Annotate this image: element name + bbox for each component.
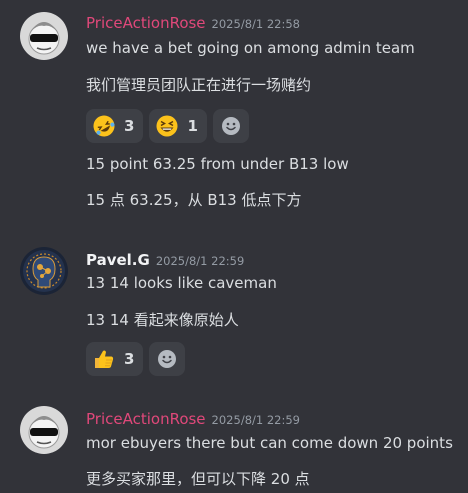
timestamp[interactable]: 2025/8/1 22:58: [212, 17, 300, 31]
message-text: 我们管理员团队正在进行一场赌约: [86, 76, 312, 94]
message-text: mor ebuyers there but can come down 20 p…: [86, 434, 453, 452]
message-text: we have a bet going on among admin team: [86, 39, 415, 57]
message-header: PriceActionRose 2025/8/1 22:59: [86, 409, 300, 428]
reaction-thumbs-up[interactable]: 3: [86, 342, 144, 376]
chat-message-list: PriceActionRose 2025/8/1 22:58 we have a …: [0, 0, 468, 493]
reaction-rolling-laughing[interactable]: 3: [86, 109, 144, 143]
username[interactable]: PriceActionRose: [86, 410, 206, 428]
username[interactable]: PriceActionRose: [86, 14, 206, 32]
message-header: Pavel.G 2025/8/1 22:59: [86, 250, 244, 269]
message-text: 15 point 63.25 from under B13 low: [86, 155, 349, 173]
username[interactable]: Pavel.G: [86, 251, 150, 269]
smiley-add-reaction-icon: [221, 117, 240, 135]
add-reaction-button[interactable]: [149, 342, 186, 376]
timestamp[interactable]: 2025/8/1 22:59: [156, 254, 244, 268]
reaction-count: 3: [124, 350, 135, 368]
grinning-squinting-face-icon: [156, 115, 178, 137]
smiley-add-reaction-icon: [158, 350, 177, 368]
message-header: PriceActionRose 2025/8/1 22:58: [86, 13, 300, 32]
reaction-count: 1: [187, 117, 198, 135]
timestamp[interactable]: 2025/8/1 22:59: [212, 413, 300, 427]
avatar[interactable]: [20, 406, 68, 454]
reaction-grinning-squinting[interactable]: 1: [149, 109, 207, 143]
thumbs-up-icon: [95, 350, 114, 368]
message-text: 13 14 looks like caveman: [86, 274, 277, 292]
message-text: 更多买家那里，但可以下降 20 点: [86, 470, 310, 488]
message-text: 13 14 看起来像原始人: [86, 311, 239, 329]
avatar[interactable]: [20, 12, 68, 60]
rolling-on-floor-laughing-icon: [93, 115, 115, 137]
reaction-bar: 3 1: [86, 109, 249, 143]
reaction-count: 3: [124, 117, 135, 135]
reaction-bar: 3: [86, 342, 186, 376]
avatar[interactable]: [20, 247, 68, 295]
message-text: 15 点 63.25，从 B13 低点下方: [86, 191, 302, 209]
add-reaction-button[interactable]: [212, 109, 249, 143]
